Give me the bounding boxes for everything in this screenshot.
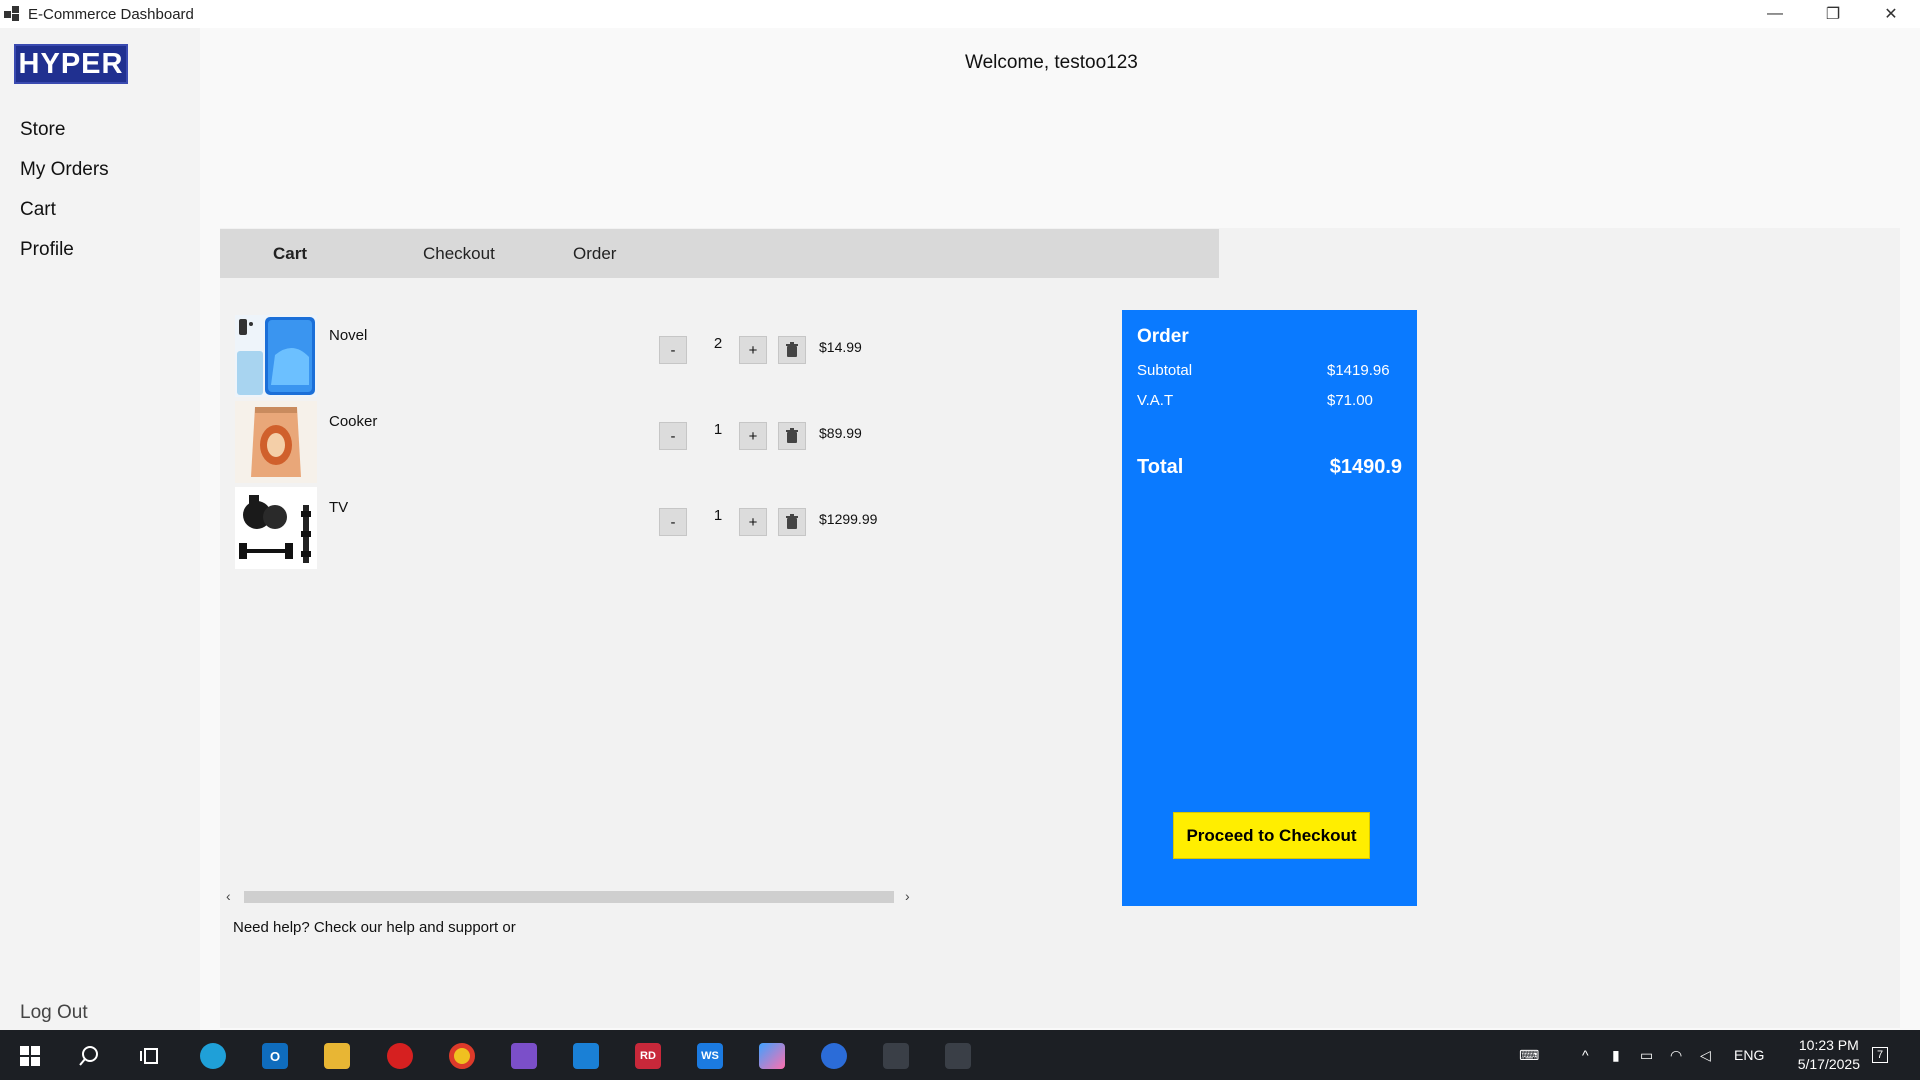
vat-row: V.A.T $71.00 [1137, 392, 1402, 409]
item-name: TV [329, 499, 349, 516]
keyboard-icon[interactable]: ⌨ [1519, 1030, 1539, 1080]
cart-item: TV - 1 + $1299.99 [220, 479, 920, 569]
vat-value: $71.00 [1327, 392, 1373, 409]
window-titlebar: E-Commerce Dashboard — ❐ ✕ [0, 0, 1920, 28]
microphone-icon[interactable]: ▮ [1612, 1030, 1620, 1080]
scrollbar-thumb[interactable] [244, 891, 894, 903]
trash-icon [786, 514, 798, 529]
app-window-icon[interactable] [945, 1043, 971, 1069]
item-name: Novel [329, 327, 368, 344]
webstorm-icon[interactable]: WS [697, 1043, 723, 1069]
wifi-icon[interactable]: ◠ [1670, 1030, 1682, 1080]
decrease-quantity-button[interactable]: - [659, 422, 687, 450]
total-label: Total [1137, 456, 1184, 478]
snack-bag-image-icon [235, 401, 317, 483]
visual-studio-icon[interactable] [511, 1043, 537, 1069]
vat-label: V.A.T [1137, 392, 1174, 409]
increase-quantity-button[interactable]: + [739, 422, 767, 450]
item-price: $1299.99 [819, 511, 878, 527]
phone-image-icon [235, 315, 317, 397]
sidebar: HYPER Store My Orders Cart Profile Log O… [0, 28, 200, 1030]
search-icon[interactable] [76, 1043, 102, 1069]
close-icon[interactable]: ✕ [1862, 0, 1920, 28]
hyper-logo: HYPER [14, 44, 128, 84]
sidebar-item-profile[interactable]: Profile [20, 230, 109, 270]
task-view-icon[interactable] [136, 1043, 162, 1069]
sidebar-item-store[interactable]: Store [20, 110, 109, 150]
tab-cart[interactable]: Cart [273, 229, 307, 278]
quantity-value: 1 [713, 421, 723, 438]
taskbar: O RD WS ⌨ ^ ▮ ▭ ◠ ◁ ENG 10:23 PM 5/17/20… [0, 1030, 1920, 1080]
tab-bar: Cart Checkout Order [220, 229, 1219, 278]
chrome-icon[interactable] [449, 1043, 475, 1069]
item-name: Cooker [329, 413, 378, 430]
cart-item: Novel - 2 + $14.99 [220, 307, 920, 397]
item-price: $89.99 [819, 425, 862, 441]
language-indicator[interactable]: ENG [1734, 1030, 1764, 1080]
decrease-quantity-button[interactable]: - [659, 336, 687, 364]
subtotal-row: Subtotal $1419.96 [1137, 362, 1402, 379]
welcome-text: Welcome, testoo123 [965, 52, 1138, 73]
delete-item-button[interactable] [778, 422, 806, 450]
app-icon [4, 6, 20, 22]
sidebar-nav: Store My Orders Cart Profile [20, 110, 109, 270]
total-value: $1490.9 [1329, 456, 1402, 478]
scroll-right-icon[interactable]: › [905, 888, 910, 904]
decrease-quantity-button[interactable]: - [659, 508, 687, 536]
app-gray-icon[interactable] [883, 1043, 909, 1069]
edge-browser-icon[interactable] [200, 1043, 226, 1069]
notification-count: 7 [1872, 1047, 1889, 1063]
volume-icon[interactable]: ◁ [1700, 1030, 1711, 1080]
windows-start-icon[interactable] [17, 1043, 43, 1069]
subtotal-label: Subtotal [1137, 362, 1193, 379]
restore-icon[interactable]: ❐ [1804, 0, 1862, 28]
quantity-value: 1 [713, 507, 723, 524]
app-blue-icon[interactable] [821, 1043, 847, 1069]
main-area: Welcome, testoo123 Cart Checkout Order N… [200, 28, 1920, 1030]
delete-item-button[interactable] [778, 508, 806, 536]
battery-icon[interactable]: ▭ [1640, 1030, 1653, 1080]
increase-quantity-button[interactable]: + [739, 508, 767, 536]
scroll-left-icon[interactable]: ‹ [226, 888, 231, 904]
minimize-icon[interactable]: — [1746, 0, 1804, 28]
clock[interactable]: 10:23 PM 5/17/2025 [1798, 1036, 1860, 1074]
window-title: E-Commerce Dashboard [28, 5, 194, 23]
trash-icon [786, 342, 798, 357]
clock-time: 10:23 PM [1798, 1037, 1859, 1053]
order-title: Order [1137, 326, 1189, 347]
app-red-icon[interactable] [387, 1043, 413, 1069]
tab-checkout[interactable]: Checkout [423, 229, 495, 278]
order-summary-panel: Order Subtotal $1419.96 V.A.T $71.00 Tot… [1122, 310, 1417, 906]
vscode-icon[interactable] [573, 1043, 599, 1069]
cart-item: Cooker - 1 + $89.99 [220, 393, 920, 483]
sidebar-item-my-orders[interactable]: My Orders [20, 150, 109, 190]
copilot-icon[interactable] [759, 1043, 785, 1069]
increase-quantity-button[interactable]: + [739, 336, 767, 364]
rider-icon[interactable]: RD [635, 1043, 661, 1069]
sidebar-item-cart[interactable]: Cart [20, 190, 109, 230]
proceed-to-checkout-button[interactable]: Proceed to Checkout [1173, 812, 1370, 859]
quantity-value: 2 [713, 335, 723, 352]
clock-date: 5/17/2025 [1797, 1056, 1860, 1072]
trash-icon [786, 428, 798, 443]
total-row: Total $1490.9 [1137, 456, 1402, 479]
chevron-up-icon[interactable]: ^ [1582, 1030, 1589, 1080]
file-explorer-icon[interactable] [324, 1043, 350, 1069]
tab-order[interactable]: Order [573, 229, 616, 278]
help-text: Need help? Check our help and support or [233, 919, 516, 936]
outlook-icon[interactable]: O [262, 1043, 288, 1069]
horizontal-scrollbar[interactable]: ‹ › [221, 888, 921, 906]
subtotal-value: $1419.96 [1327, 362, 1390, 379]
delete-item-button[interactable] [778, 336, 806, 364]
item-price: $14.99 [819, 339, 862, 355]
dumbbells-image-icon [235, 487, 317, 569]
notification-icon[interactable]: 7 [1872, 1030, 1889, 1080]
logout-button[interactable]: Log Out [20, 1002, 88, 1024]
